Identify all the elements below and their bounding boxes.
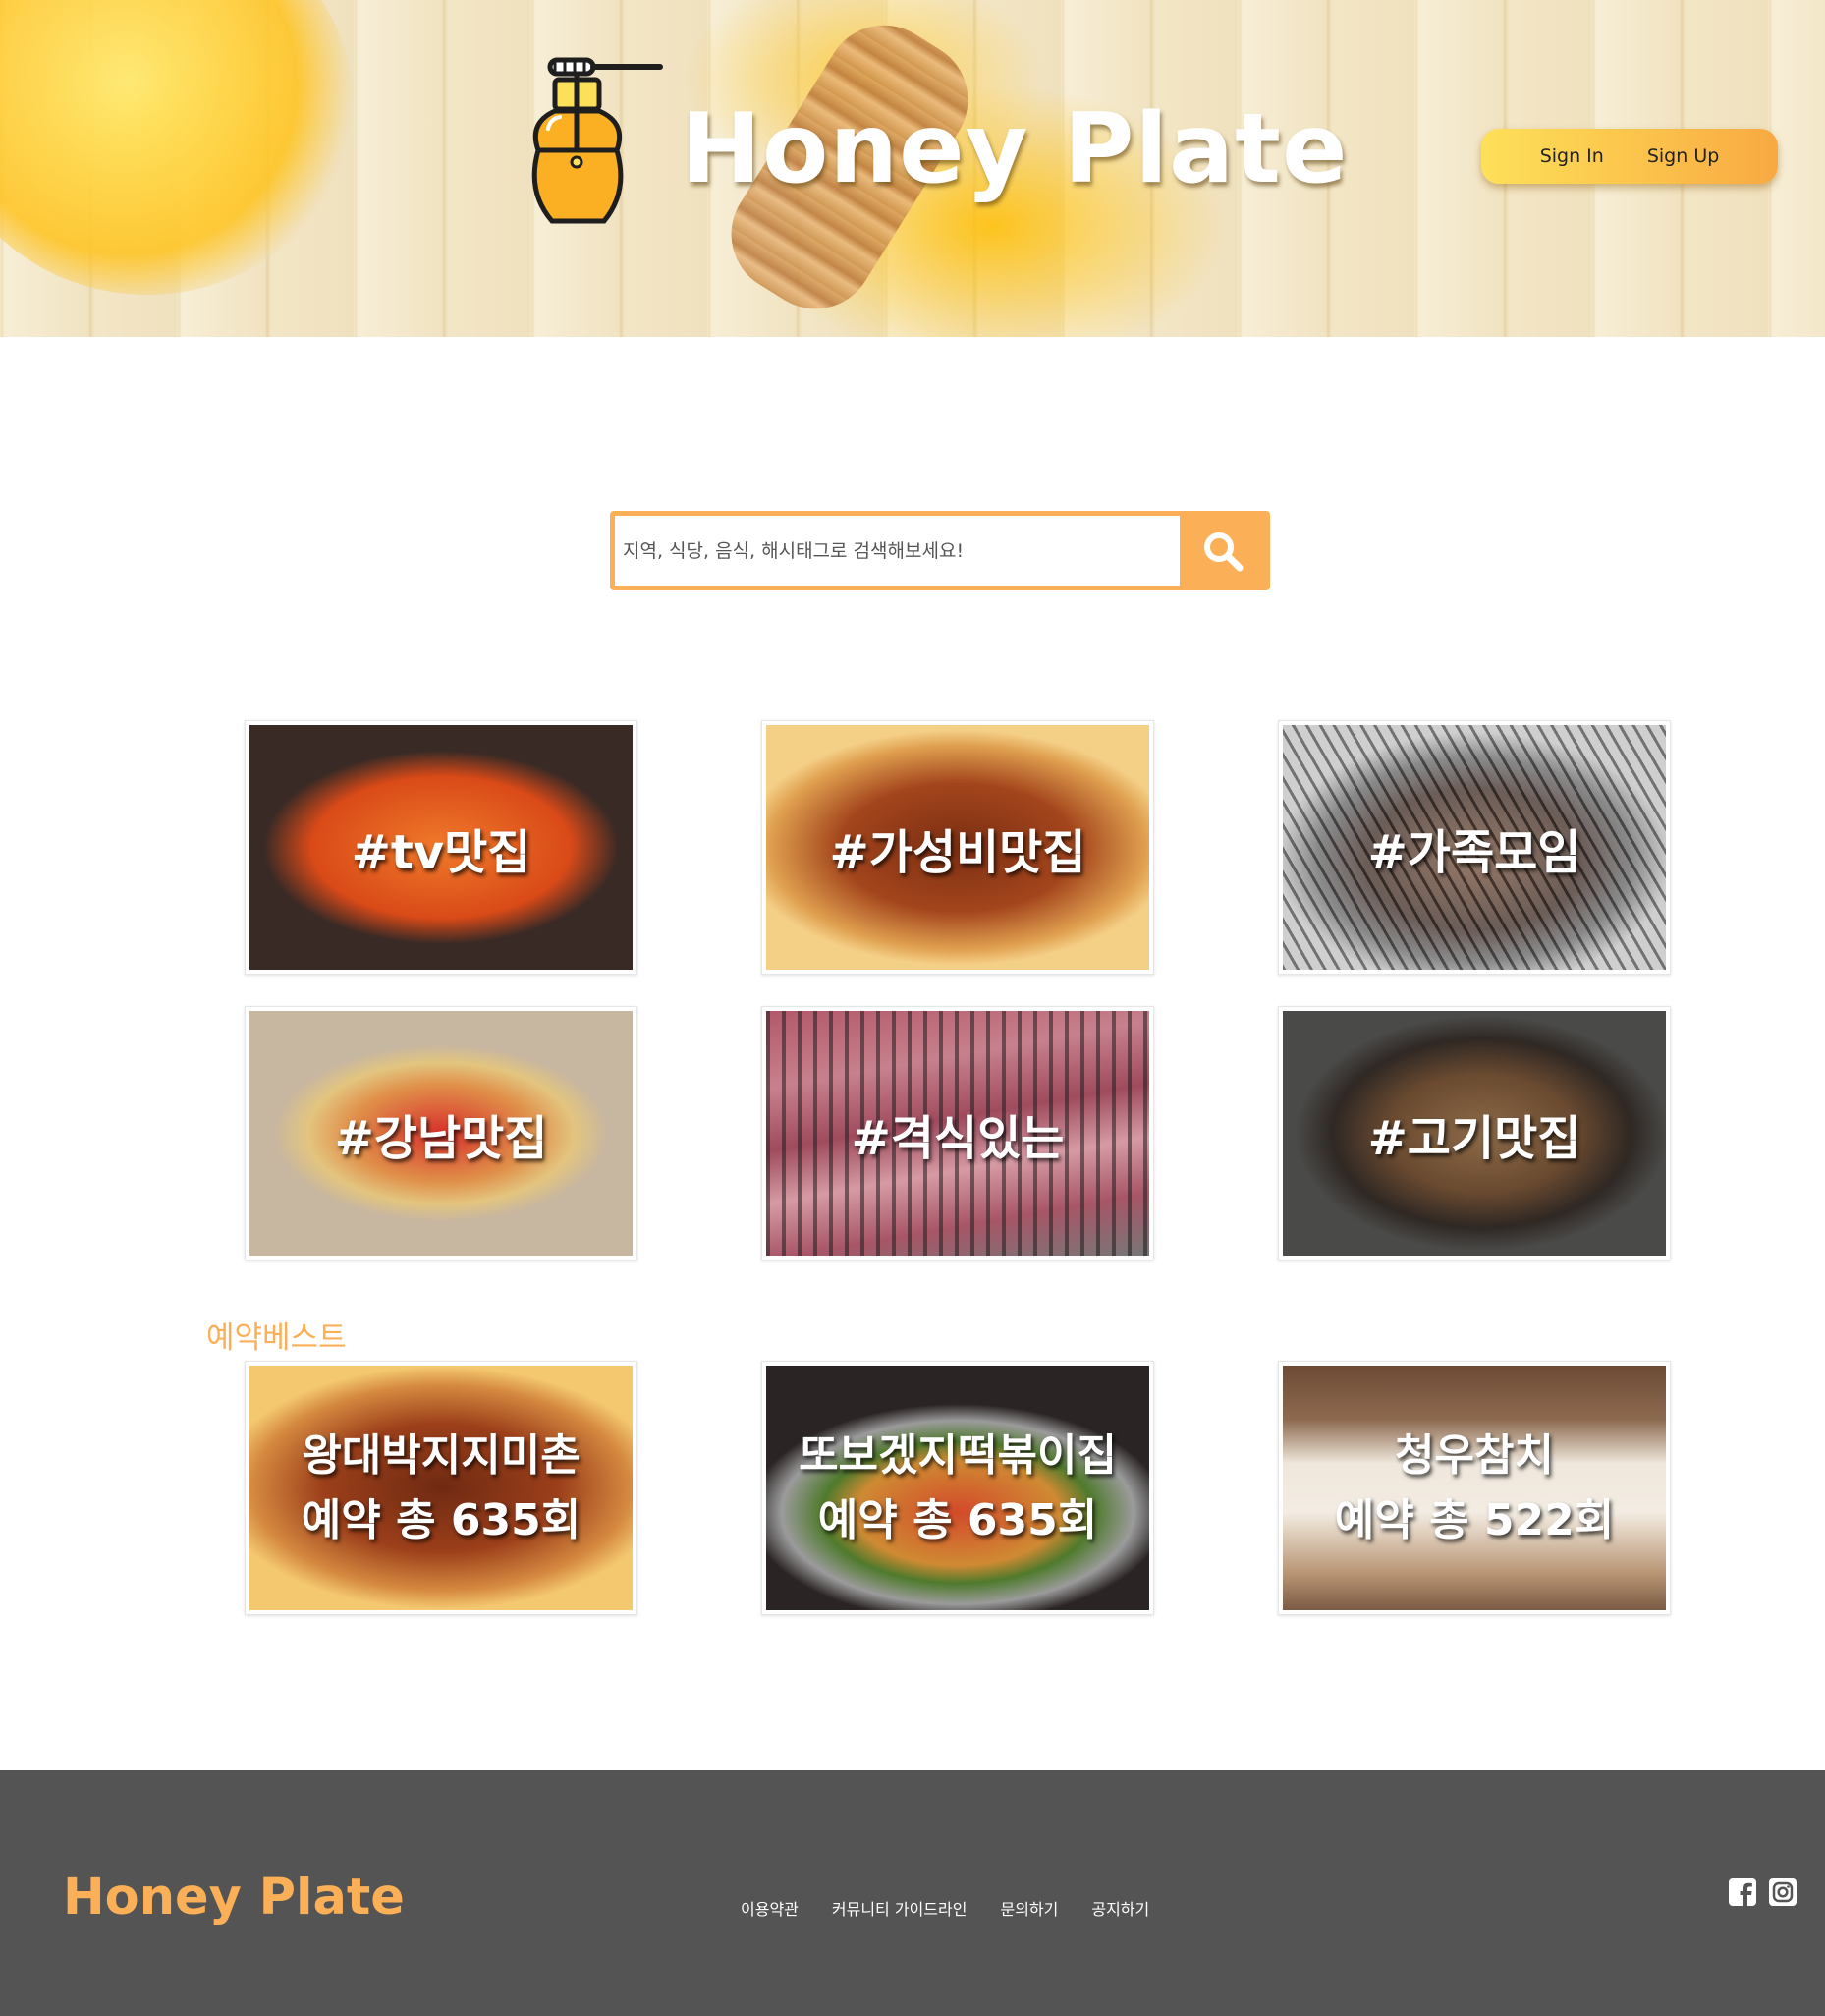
hashtag-card-formal[interactable]: #격식있는 [761,1006,1154,1260]
footer-link-contact[interactable]: 문의하기 [1000,1896,1058,1920]
restaurant-image: 왕대박지지미촌 예약 총 635회 [249,1366,633,1610]
footer-link-guidelines[interactable]: 커뮤니티 가이드라인 [832,1896,968,1920]
restaurant-name: 청우참치 [1395,1429,1554,1481]
footer: Honey Plate 이용약관 커뮤니티 가이드라인 문의하기 공지하기 [0,1770,1825,2016]
footer-link-terms[interactable]: 이용약관 [741,1896,799,1920]
hero-banner: Honey Plate Sign In Sign Up [0,0,1825,337]
hashtag-label: #가성비맛집 [829,824,1086,880]
footer-logo[interactable]: Honey Plate [63,1869,405,1927]
best-card[interactable]: 청우참치 예약 총 522회 [1278,1361,1671,1615]
hashtag-label: #강남맛집 [334,1110,548,1166]
footer-nav: 이용약관 커뮤니티 가이드라인 문의하기 공지하기 [741,1896,1149,1920]
restaurant-name: 왕대박지지미촌 [302,1429,581,1481]
food-image: #가성비맛집 [766,725,1149,970]
hashtag-label: #tv맛집 [351,824,531,880]
search-button[interactable] [1180,516,1265,586]
honey-jar-image [0,0,354,295]
hashtag-label: #가족모임 [1367,824,1581,880]
hashtag-label: #격식있는 [851,1110,1065,1166]
site-title[interactable]: Honey Plate [681,93,1348,205]
reservation-count: 예약 총 635회 [301,1494,581,1545]
hashtag-label: #고기맛집 [1367,1110,1581,1166]
restaurant-image: 청우참치 예약 총 522회 [1283,1366,1666,1610]
facebook-icon[interactable] [1728,1877,1757,1907]
best-card[interactable]: 또보겠지떡볶이집 예약 총 635회 [761,1361,1154,1615]
search-input[interactable] [615,516,1180,586]
auth-buttons: Sign In Sign Up [1481,129,1778,184]
hashtag-card-family[interactable]: #가족모임 [1278,720,1671,975]
section-title-best: 예약베스트 [206,1320,347,1356]
sign-in-button[interactable]: Sign In [1540,145,1604,167]
hashtag-card-tv[interactable]: #tv맛집 [245,720,637,975]
reservation-count: 예약 총 635회 [817,1494,1098,1545]
hashtag-card-gangnam[interactable]: #강남맛집 [245,1006,637,1260]
food-image: #격식있는 [766,1011,1149,1256]
best-card[interactable]: 왕대박지지미촌 예약 총 635회 [245,1361,637,1615]
search-icon [1203,532,1243,571]
search-bar [610,511,1270,590]
restaurant-name: 또보겠지떡볶이집 [799,1429,1117,1481]
food-image: #강남맛집 [249,1011,633,1256]
food-image: #고기맛집 [1283,1011,1666,1256]
restaurant-image: 또보겠지떡볶이집 예약 총 635회 [766,1366,1149,1610]
footer-link-notice[interactable]: 공지하기 [1091,1896,1149,1920]
food-image: #tv맛집 [249,725,633,970]
food-image: #가족모임 [1283,725,1666,970]
hashtag-card-value[interactable]: #가성비맛집 [761,720,1154,975]
honey-pot-icon[interactable] [521,54,668,231]
hashtag-card-meat[interactable]: #고기맛집 [1278,1006,1671,1260]
sign-up-button[interactable]: Sign Up [1647,145,1719,167]
instagram-icon[interactable] [1768,1877,1797,1907]
reservation-count: 예약 총 522회 [1334,1494,1615,1545]
